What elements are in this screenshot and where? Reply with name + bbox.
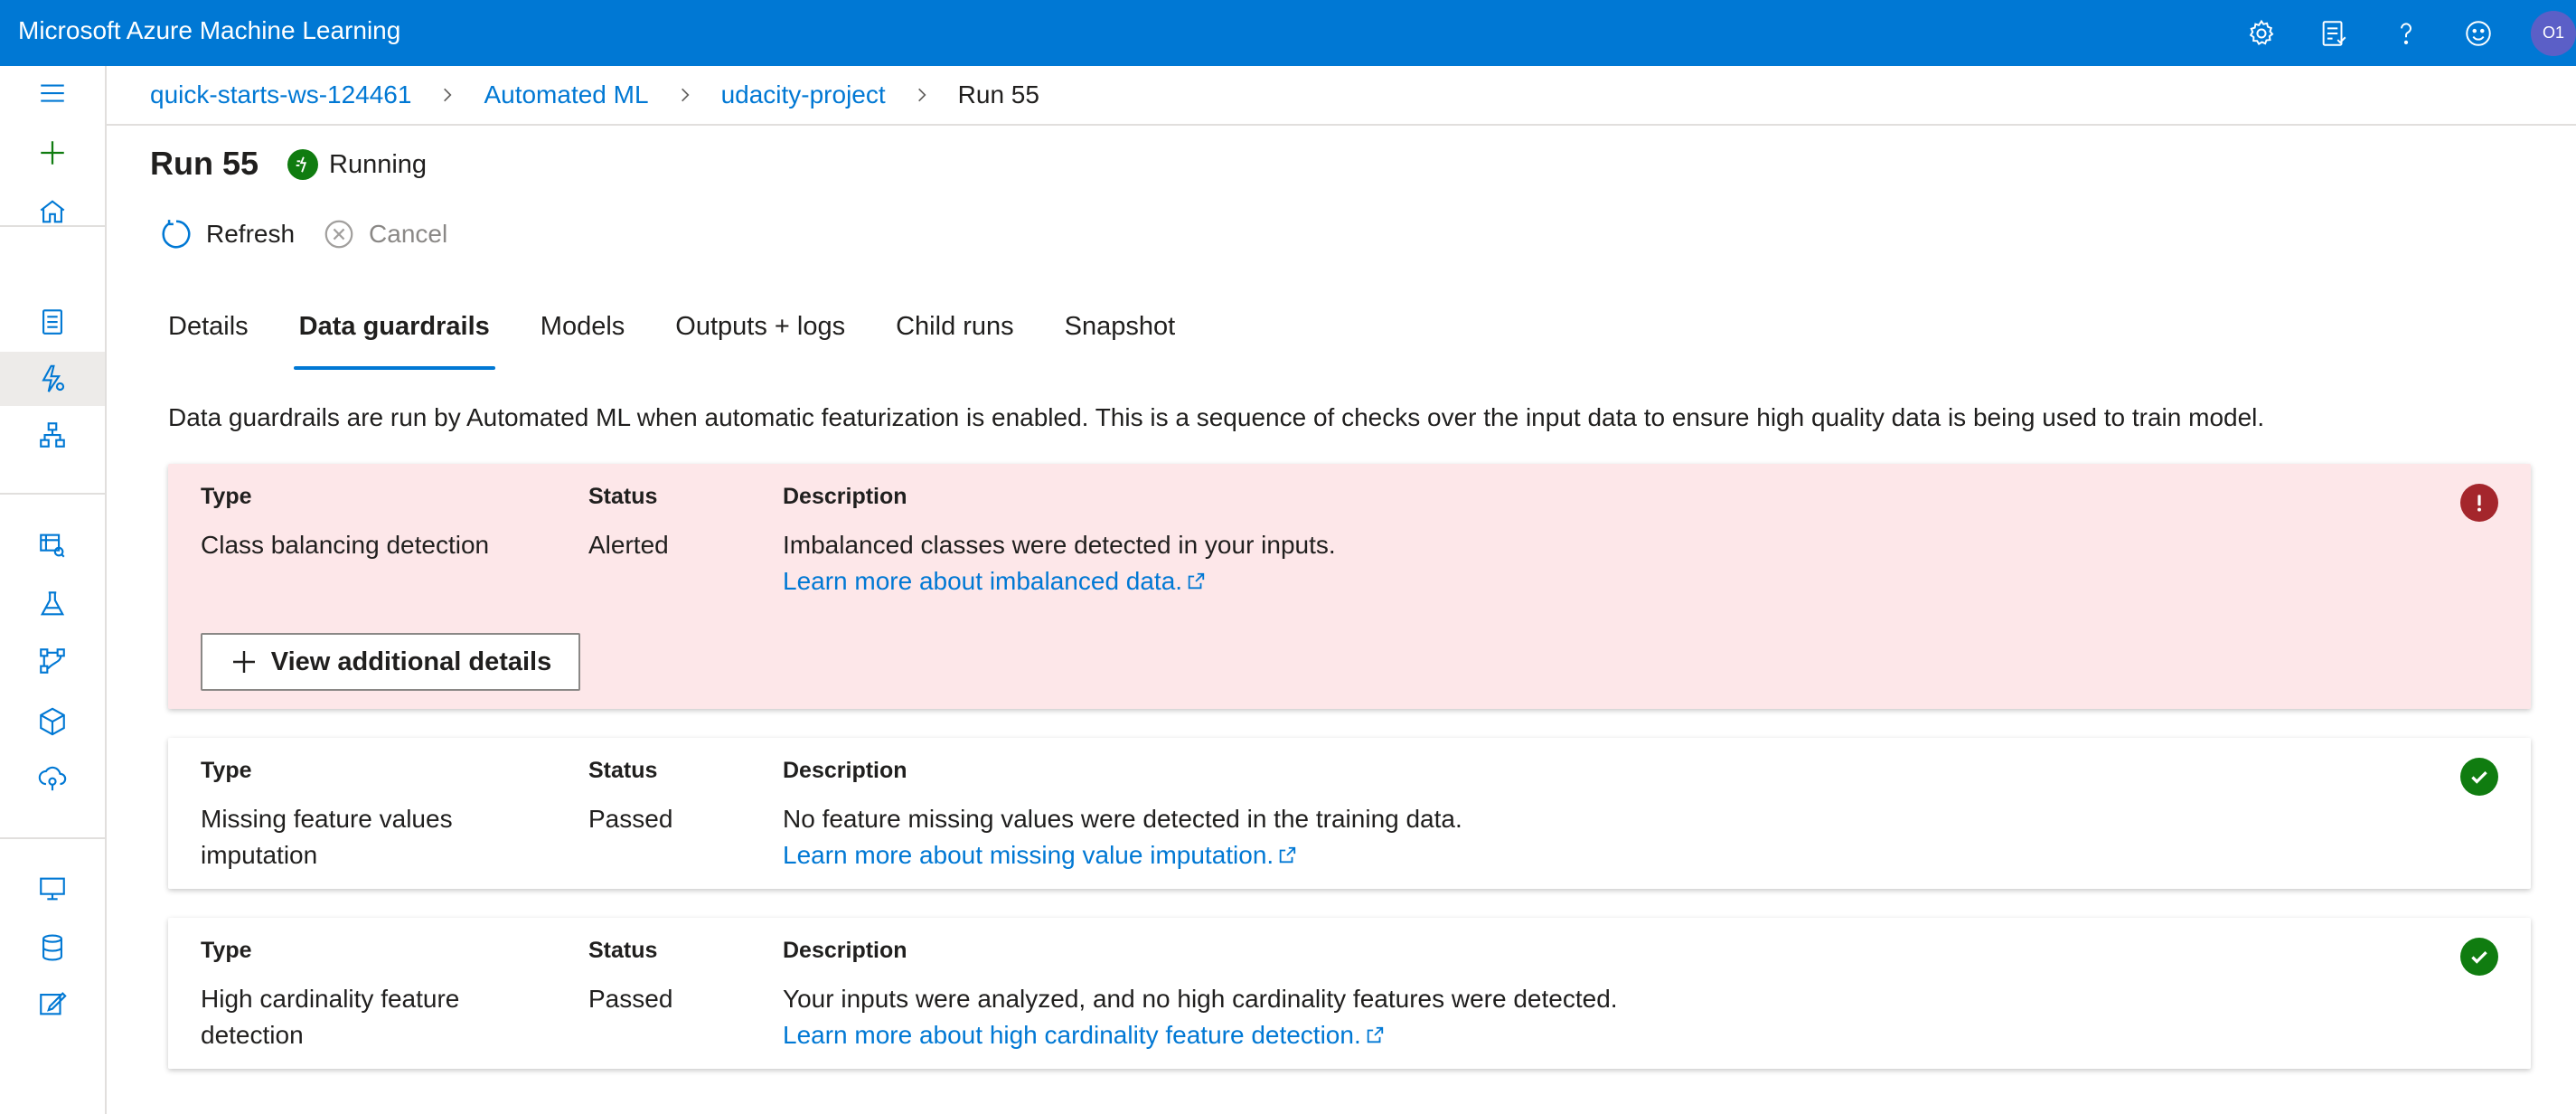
tab-data-guardrails[interactable]: Data guardrails: [293, 312, 495, 370]
notebook-icon[interactable]: [0, 295, 105, 349]
type-header: Type: [201, 938, 252, 963]
external-link-icon: [1188, 572, 1205, 590]
learn-more-link-text: Learn more about high cardinality featur…: [783, 1021, 1361, 1049]
cancel-label: Cancel: [369, 220, 448, 248]
check-icon: [2460, 758, 2498, 796]
breadcrumb-workspace-link[interactable]: quick-starts-ws-124461: [150, 80, 411, 109]
designer-icon[interactable]: [0, 408, 105, 462]
guardrails-intro-text: Data guardrails are run by Automated ML …: [168, 403, 2265, 431]
guardrail-type: High cardinality feature detection: [201, 981, 459, 1053]
tab-child-runs[interactable]: Child runs: [896, 312, 1014, 363]
guardrail-type-line: imputation: [201, 841, 318, 869]
experiments-icon[interactable]: [0, 577, 105, 631]
guardrail-description-text: Imbalanced classes were detected in your…: [783, 531, 1336, 559]
learn-more-link-text: Learn more about imbalanced data.: [783, 567, 1183, 595]
pipelines-icon[interactable]: [0, 634, 105, 688]
type-header: Type: [201, 758, 252, 783]
chevron-right-icon: [669, 84, 701, 106]
guardrail-description-text: Your inputs were analyzed, and no high c…: [783, 985, 1618, 1013]
guardrail-type-line: Missing feature values: [201, 805, 453, 833]
app-title[interactable]: Microsoft Azure Machine Learning: [18, 16, 400, 45]
guardrail-type: Missing feature values imputation: [201, 801, 453, 873]
tab-snapshot[interactable]: Snapshot: [1065, 312, 1176, 363]
datasets-icon[interactable]: [0, 518, 105, 572]
endpoints-icon[interactable]: [0, 751, 105, 805]
run-status-label: Running: [329, 149, 428, 179]
tab-details[interactable]: Details: [168, 312, 249, 363]
top-bar-actions: O1: [2225, 0, 2576, 66]
breadcrumb-automated-ml-link[interactable]: Automated ML: [484, 80, 648, 109]
breadcrumb-experiment-link[interactable]: udacity-project: [721, 80, 886, 109]
view-additional-details-label: View additional details: [270, 647, 552, 676]
status-header: Status: [588, 484, 658, 509]
chevron-right-icon: [906, 84, 938, 106]
left-nav-rail: [0, 66, 107, 1114]
avatar[interactable]: O1: [2531, 10, 2576, 56]
run-status: Running: [287, 149, 427, 180]
refresh-icon: [162, 220, 191, 249]
description-header: Description: [783, 938, 907, 963]
gear-icon[interactable]: [2225, 0, 2298, 66]
learn-more-link[interactable]: Learn more about imbalanced data.: [783, 563, 1336, 599]
guardrail-description: Your inputs were analyzed, and no high c…: [783, 981, 1618, 1053]
refresh-label: Refresh: [206, 220, 296, 248]
external-link-icon: [1367, 1026, 1383, 1043]
guardrail-card-class-balancing: Type Status Description Class balancing …: [168, 464, 2531, 709]
view-additional-details-button[interactable]: View additional details: [201, 633, 580, 691]
rail-divider: [0, 837, 105, 839]
tab-bar: Details Data guardrails Models Outputs +…: [168, 312, 1226, 370]
description-header: Description: [783, 484, 907, 509]
home-icon[interactable]: [0, 184, 105, 239]
external-link-icon: [1279, 846, 1296, 864]
rail-divider: [0, 493, 105, 495]
alert-icon: [2460, 484, 2498, 522]
guardrail-status: Alerted: [588, 531, 669, 559]
breadcrumb-current: Run 55: [957, 80, 1039, 109]
running-icon: [287, 149, 318, 180]
description-header: Description: [783, 758, 907, 783]
check-icon: [2460, 938, 2498, 976]
guardrail-card-high-cardinality: Type Status Description High cardinality…: [168, 918, 2531, 1069]
type-header: Type: [201, 484, 252, 509]
models-icon[interactable]: [0, 694, 105, 749]
status-header: Status: [588, 938, 658, 963]
rail-divider: [0, 225, 105, 227]
learn-more-link[interactable]: Learn more about missing value imputatio…: [783, 837, 1462, 873]
guardrail-type: Class balancing detection: [201, 531, 490, 559]
guardrail-type-line: detection: [201, 1021, 304, 1049]
tab-outputs-logs[interactable]: Outputs + logs: [675, 312, 845, 363]
chevron-right-icon: [431, 84, 464, 106]
compute-icon[interactable]: [0, 862, 105, 916]
refresh-button[interactable]: Refresh: [159, 217, 295, 251]
breadcrumb: quick-starts-ws-124461 Automated ML udac…: [107, 66, 2576, 126]
command-bar: Refresh Cancel: [159, 217, 475, 251]
help-icon[interactable]: [2370, 0, 2442, 66]
plus-new-icon[interactable]: [0, 126, 105, 180]
guardrail-description-text: No feature missing values were detected …: [783, 805, 1462, 833]
guardrail-description: No feature missing values were detected …: [783, 801, 1462, 873]
cancel-button[interactable]: Cancel: [322, 217, 447, 251]
guardrail-status: Passed: [588, 985, 673, 1013]
status-header: Status: [588, 758, 658, 783]
data-labeling-icon[interactable]: [0, 977, 105, 1031]
guardrail-status: Passed: [588, 805, 673, 833]
smiley-icon[interactable]: [2442, 0, 2515, 66]
datastores-icon[interactable]: [0, 920, 105, 975]
guardrail-description: Imbalanced classes were detected in your…: [783, 527, 1336, 599]
page-title: Run 55: [150, 145, 259, 182]
learn-more-link-text: Learn more about missing value imputatio…: [783, 841, 1274, 869]
learn-more-link[interactable]: Learn more about high cardinality featur…: [783, 1017, 1618, 1053]
tab-models[interactable]: Models: [541, 312, 625, 363]
feedback-list-icon[interactable]: [2298, 0, 2370, 66]
plus-icon: [232, 651, 255, 673]
guardrail-type-line: High cardinality feature: [201, 985, 460, 1013]
top-bar: Microsoft Azure Machine Learning O1: [0, 0, 2576, 66]
cancel-icon: [324, 220, 353, 249]
automated-ml-icon[interactable]: [0, 352, 105, 406]
hamburger-menu-icon[interactable]: [0, 66, 105, 120]
guardrail-card-missing-values: Type Status Description Missing feature …: [168, 738, 2531, 889]
